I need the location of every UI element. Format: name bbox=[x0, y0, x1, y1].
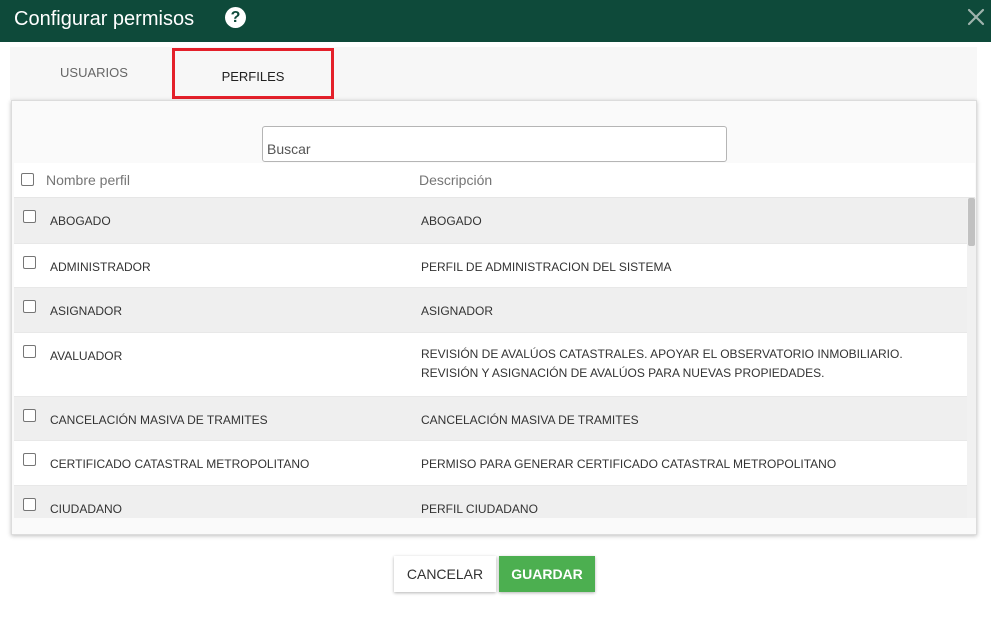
table-row[interactable]: AVALUADOR REVISIÓN DE AVALÚOS CATASTRALE… bbox=[14, 333, 967, 397]
search-input[interactable] bbox=[262, 126, 727, 162]
row-checkbox[interactable] bbox=[23, 453, 36, 466]
profiles-panel: Nombre perfil Descripción ABOGADO ABOGAD… bbox=[11, 100, 977, 535]
profile-description: PERMISO PARA GENERAR CERTIFICADO CATASTR… bbox=[421, 457, 837, 471]
row-checkbox[interactable] bbox=[23, 256, 36, 269]
table-row[interactable]: CERTIFICADO CATASTRAL METROPOLITANO PERM… bbox=[14, 441, 967, 486]
column-header-name: Nombre perfil bbox=[46, 172, 131, 188]
row-checkbox[interactable] bbox=[23, 300, 36, 313]
tab-bar: USUARIOS PERFILES bbox=[10, 47, 977, 100]
table-row[interactable]: CIUDADANO PERFIL CIUDADANO bbox=[14, 486, 967, 518]
scrollbar-thumb[interactable] bbox=[968, 198, 975, 246]
tab-perfiles[interactable]: PERFILES bbox=[172, 48, 334, 99]
table-row[interactable]: ASIGNADOR ASIGNADOR bbox=[14, 288, 967, 333]
profile-description: ASIGNADOR bbox=[421, 304, 494, 318]
profile-name: AVALUADOR bbox=[50, 349, 123, 363]
profile-name: CERTIFICADO CATASTRAL METROPOLITANO bbox=[50, 457, 310, 471]
close-icon[interactable] bbox=[964, 5, 988, 29]
profile-description: CANCELACIÓN MASIVA DE TRAMITES bbox=[421, 413, 639, 427]
profile-description: REVISIÓN DE AVALÚOS CATASTRALES. APOYAR … bbox=[421, 347, 903, 380]
cancel-button[interactable]: CANCELAR bbox=[394, 556, 496, 592]
table-row[interactable]: ABOGADO ABOGADO bbox=[14, 198, 967, 244]
row-checkbox[interactable] bbox=[23, 409, 36, 422]
dialog-title: Configurar permisos bbox=[14, 8, 195, 30]
question-circle-icon[interactable]: ? bbox=[225, 7, 246, 28]
select-all-checkbox[interactable] bbox=[21, 173, 34, 186]
table-scrollbar[interactable] bbox=[967, 198, 976, 518]
profile-name: ASIGNADOR bbox=[50, 304, 123, 318]
dialog-header: Configurar permisos ? bbox=[0, 0, 991, 42]
save-button[interactable]: GUARDAR bbox=[499, 556, 595, 592]
profile-name: ABOGADO bbox=[50, 214, 111, 228]
profile-name: CANCELACIÓN MASIVA DE TRAMITES bbox=[50, 413, 268, 427]
row-checkbox[interactable] bbox=[23, 210, 36, 223]
profile-description: ABOGADO bbox=[421, 214, 482, 228]
table-header: Nombre perfil Descripción bbox=[14, 163, 975, 198]
table-body: ABOGADO ABOGADO ADMINISTRADOR PERFIL DE … bbox=[14, 198, 967, 518]
profile-description: PERFIL DE ADMINISTRACION DEL SISTEMA bbox=[421, 260, 672, 274]
table-row[interactable]: ADMINISTRADOR PERFIL DE ADMINISTRACION D… bbox=[14, 244, 967, 288]
table-row[interactable]: CANCELACIÓN MASIVA DE TRAMITES CANCELACI… bbox=[14, 397, 967, 441]
tab-usuarios[interactable]: USUARIOS bbox=[10, 47, 178, 100]
profile-description: PERFIL CIUDADANO bbox=[421, 502, 538, 516]
profile-name: ADMINISTRADOR bbox=[50, 260, 151, 274]
row-checkbox[interactable] bbox=[23, 498, 36, 511]
profile-name: CIUDADANO bbox=[50, 502, 123, 516]
row-checkbox[interactable] bbox=[23, 345, 36, 358]
column-header-description: Descripción bbox=[419, 172, 493, 188]
